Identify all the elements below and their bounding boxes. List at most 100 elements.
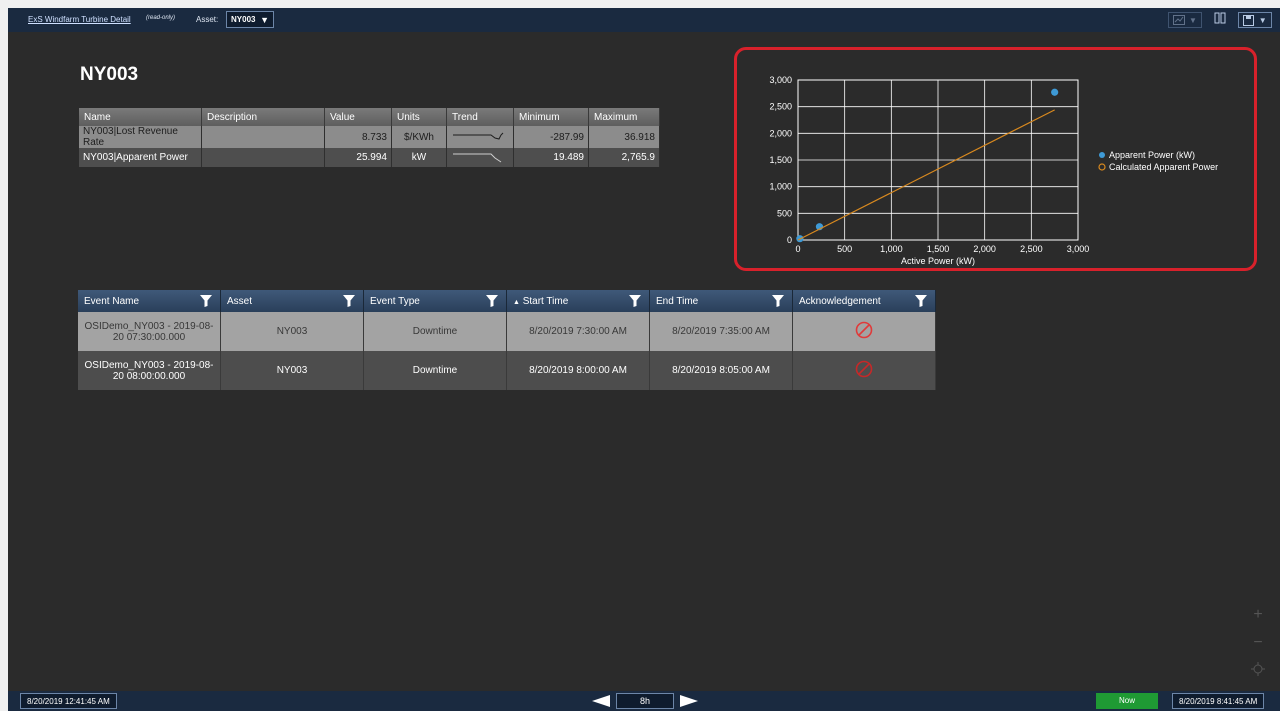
- table-row[interactable]: NY003|Lost Revenue Rate 8.733 $/KWh -287…: [79, 126, 660, 148]
- table-row[interactable]: OSIDemo_NY003 - 2019-08- 20 07:30:00.000 …: [78, 312, 936, 351]
- legend-label: Apparent Power (kW): [1109, 150, 1195, 160]
- table-row[interactable]: NY003|Apparent Power 25.994 kW 19.489 2,…: [79, 148, 660, 167]
- attr-maximum: 2,765.9: [588, 148, 660, 167]
- table-row[interactable]: OSIDemo_NY003 - 2019-08- 20 08:00:00.000 …: [78, 351, 936, 390]
- x-tick-label: 1,000: [880, 244, 903, 254]
- filter-icon[interactable]: [343, 295, 355, 307]
- event-type: Downtime: [363, 351, 507, 390]
- x-tick-label: 3,000: [1067, 244, 1090, 254]
- zoom-out-icon[interactable]: −: [1253, 634, 1262, 652]
- legend-label: Calculated Apparent Power: [1109, 162, 1218, 172]
- dropdown-arrow-icon: ▼: [260, 15, 269, 25]
- read-only-label: (read-only): [146, 15, 176, 21]
- asset-title: NY003: [80, 64, 139, 85]
- filter-icon[interactable]: [772, 295, 784, 307]
- pan-icon[interactable]: [1251, 662, 1265, 676]
- time-bar: 8/20/2019 12:41:45 AM 8h Now 8/20/2019 8…: [8, 691, 1280, 711]
- y-tick-label: 2,000: [769, 128, 792, 138]
- event-start: 8/20/2019 7:30:00 AM: [506, 312, 650, 351]
- x-tick-label: 500: [837, 244, 852, 254]
- xy-plot-highlight[interactable]: 0 500 1,000 1,500 2,000 2,500 3,000 0 500 1,000 1,…: [734, 47, 1257, 271]
- event-ack: [792, 312, 936, 351]
- x-tick-label: 2,500: [1020, 244, 1043, 254]
- sort-asc-icon: ▲: [513, 298, 520, 306]
- attr-units: $/KWh: [391, 126, 447, 148]
- x-axis-label: Active Power (kW): [901, 256, 975, 266]
- event-asset: NY003: [220, 312, 364, 351]
- col-maximum[interactable]: Maximum: [588, 108, 660, 126]
- asset-label: Asset:: [196, 15, 219, 24]
- data-point-apparent-power: [1051, 88, 1059, 96]
- duration-field[interactable]: 8h: [616, 693, 674, 709]
- x-tick-label: 0: [795, 244, 800, 254]
- event-start: 8/20/2019 8:00:00 AM: [506, 351, 650, 390]
- asset-dropdown[interactable]: NY003 ▼: [226, 11, 274, 28]
- toolbar-right-icons: ▼ ▼: [1168, 11, 1272, 29]
- asset-dropdown-value: NY003: [231, 15, 256, 24]
- col-units[interactable]: Units: [391, 108, 447, 126]
- y-tick-label: 0: [787, 235, 792, 245]
- chevron-down-icon: ▼: [1258, 15, 1267, 25]
- x-tick-label: 1,500: [927, 244, 950, 254]
- col-event-name[interactable]: Event Name: [78, 290, 221, 312]
- display-canvas: ExS Windfarm Turbine Detail (read-only) …: [8, 8, 1280, 711]
- filter-icon[interactable]: [915, 295, 927, 307]
- now-button[interactable]: Now: [1096, 693, 1158, 709]
- event-ack: [792, 351, 936, 390]
- no-entry-icon[interactable]: [855, 360, 873, 378]
- columns-icon[interactable]: [1212, 12, 1228, 28]
- col-start-time[interactable]: ▲ Start Time: [506, 290, 650, 312]
- trend-icon: [1173, 15, 1186, 25]
- attr-description: [201, 126, 325, 148]
- filter-icon[interactable]: [200, 295, 212, 307]
- save-icon: [1243, 14, 1255, 26]
- event-type: Downtime: [363, 312, 507, 351]
- y-tick-label: 1,000: [769, 182, 792, 192]
- attr-minimum: -287.99: [513, 126, 589, 148]
- col-end-time[interactable]: End Time: [649, 290, 793, 312]
- forward-arrow-icon[interactable]: [680, 693, 698, 709]
- filter-icon[interactable]: [486, 295, 498, 307]
- y-tick-label: 1,500: [769, 155, 792, 165]
- top-toolbar: ExS Windfarm Turbine Detail (read-only) …: [8, 8, 1280, 32]
- trend-view-button[interactable]: ▼: [1168, 12, 1202, 28]
- legend-marker: [1099, 152, 1105, 158]
- zoom-tools: + −: [1248, 606, 1268, 676]
- y-tick-label: 500: [777, 208, 792, 218]
- col-description[interactable]: Description: [201, 108, 325, 126]
- col-acknowledgement[interactable]: Acknowledgement: [792, 290, 936, 312]
- attr-name: NY003|Lost Revenue Rate: [79, 126, 202, 148]
- attr-value: 8.733: [324, 126, 392, 148]
- col-name[interactable]: Name: [79, 108, 202, 126]
- sparkline: [453, 132, 504, 140]
- zoom-in-icon[interactable]: +: [1253, 606, 1262, 624]
- filter-icon[interactable]: [629, 295, 641, 307]
- attr-name: NY003|Apparent Power: [79, 148, 202, 167]
- attr-trend: [446, 148, 514, 167]
- end-time-field[interactable]: 8/20/2019 8:41:45 AM: [1172, 693, 1265, 709]
- x-tick-label: 2,000: [973, 244, 996, 254]
- col-minimum[interactable]: Minimum: [513, 108, 589, 126]
- col-event-type[interactable]: Event Type: [363, 290, 507, 312]
- attr-units: kW: [391, 148, 447, 167]
- xy-plot[interactable]: 0 500 1,000 1,500 2,000 2,500 3,000 0 500 1,000 1,…: [737, 50, 1254, 268]
- event-name: OSIDemo_NY003 - 2019-08- 20 08:00:00.000: [78, 351, 221, 390]
- attr-value: 25.994: [324, 148, 392, 167]
- start-time-field[interactable]: 8/20/2019 12:41:45 AM: [20, 693, 117, 709]
- col-trend[interactable]: Trend: [446, 108, 514, 126]
- attr-minimum: 19.489: [513, 148, 589, 167]
- event-asset: NY003: [220, 351, 364, 390]
- back-arrow-icon[interactable]: [592, 693, 610, 709]
- y-tick-label: 2,500: [769, 102, 792, 112]
- no-entry-icon[interactable]: [855, 321, 873, 339]
- attribute-table: Name Description Value Units Trend Minim…: [79, 108, 660, 167]
- legend-marker: [1098, 163, 1106, 171]
- event-end: 8/20/2019 7:35:00 AM: [649, 312, 793, 351]
- col-value[interactable]: Value: [324, 108, 392, 126]
- chevron-down-icon: ▼: [1189, 15, 1197, 25]
- col-asset[interactable]: Asset: [220, 290, 364, 312]
- save-button[interactable]: ▼: [1238, 12, 1272, 28]
- attr-description: [201, 148, 325, 167]
- y-tick-label: 3,000: [769, 75, 792, 85]
- display-title-link[interactable]: ExS Windfarm Turbine Detail: [28, 15, 131, 24]
